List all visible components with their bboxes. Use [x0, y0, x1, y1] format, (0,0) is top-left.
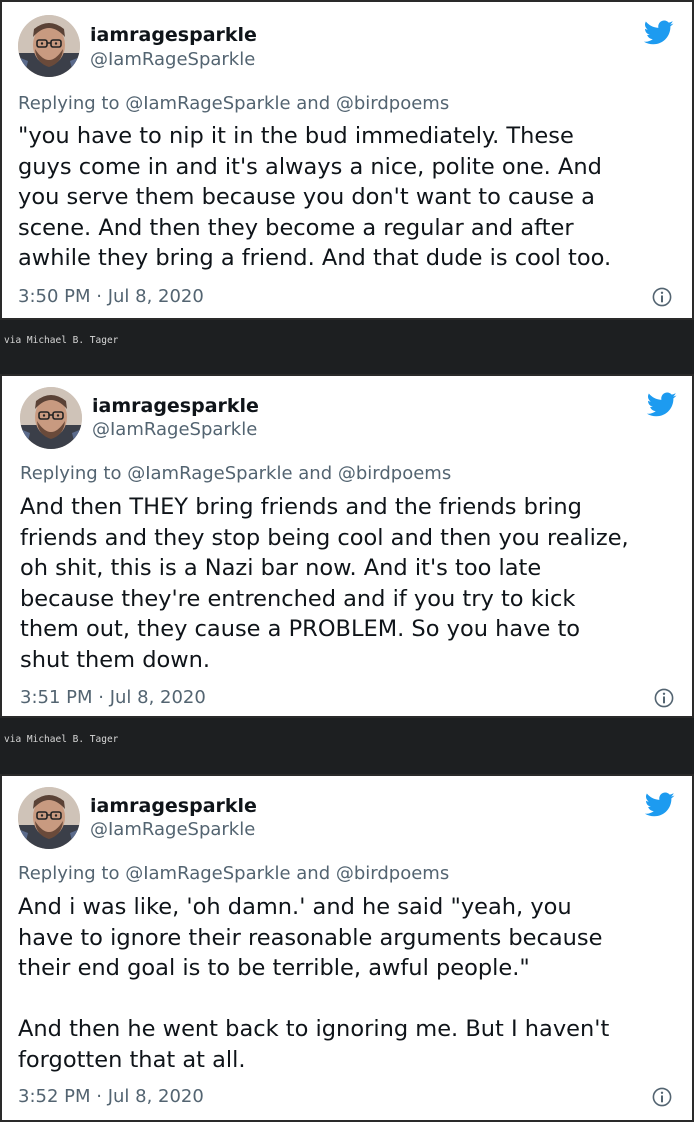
twitter-bird-icon[interactable]	[647, 392, 677, 418]
tweet-text: And then THEY bring friends and the frie…	[20, 494, 629, 673]
twitter-bird-icon[interactable]	[645, 792, 675, 818]
reply-and: and	[296, 863, 331, 884]
reply-mention-link[interactable]: @birdpoems	[336, 93, 449, 114]
user-handle[interactable]: @IamRageSparkle	[90, 819, 255, 840]
display-name[interactable]: iamragesparkle	[90, 795, 257, 817]
via-caption: via Michael B. Tager	[4, 734, 119, 745]
reply-prefix: Replying to	[18, 863, 120, 884]
info-icon[interactable]	[652, 287, 672, 307]
avatar[interactable]	[18, 787, 80, 849]
tweet-timestamp[interactable]: 3:51 PM · Jul 8, 2020	[20, 687, 206, 708]
reply-context: Replying to @IamRageSparkle and @birdpoe…	[18, 93, 449, 114]
reply-context: Replying to @IamRageSparkle and @birdpoe…	[20, 463, 451, 484]
tweet-card: iamragesparkle @IamRageSparkle Replying …	[0, 0, 694, 320]
caption-strip: via Michael B. Tager	[0, 718, 694, 774]
info-icon[interactable]	[654, 688, 674, 708]
reply-and: and	[296, 93, 331, 114]
reply-mention-link[interactable]: @birdpoems	[338, 463, 451, 484]
tweet-text: "you have to nip it in the bud immediate…	[18, 123, 612, 271]
reply-mention-link[interactable]: @IamRageSparkle	[125, 863, 290, 884]
tweet-text: And i was like, 'oh damn.' and he said "…	[18, 894, 610, 1073]
via-caption: via Michael B. Tager	[4, 335, 119, 346]
display-name[interactable]: iamragesparkle	[92, 395, 259, 417]
reply-mention-link[interactable]: @birdpoems	[336, 863, 449, 884]
caption-strip: via Michael B. Tager	[0, 320, 694, 374]
tweet-timestamp[interactable]: 3:52 PM · Jul 8, 2020	[18, 1086, 204, 1107]
reply-and: and	[298, 463, 333, 484]
user-handle[interactable]: @IamRageSparkle	[92, 419, 257, 440]
tweet-timestamp[interactable]: 3:50 PM · Jul 8, 2020	[18, 286, 204, 307]
user-handle[interactable]: @IamRageSparkle	[90, 49, 255, 70]
reply-mention-link[interactable]: @IamRageSparkle	[125, 93, 290, 114]
avatar[interactable]	[18, 15, 80, 77]
reply-prefix: Replying to	[20, 463, 122, 484]
reply-prefix: Replying to	[18, 93, 120, 114]
tweet-card: iamragesparkle @IamRageSparkle Replying …	[0, 774, 694, 1122]
reply-mention-link[interactable]: @IamRageSparkle	[127, 463, 292, 484]
info-icon[interactable]	[652, 1087, 672, 1107]
twitter-bird-icon[interactable]	[644, 20, 674, 46]
display-name[interactable]: iamragesparkle	[90, 24, 257, 46]
avatar[interactable]	[20, 387, 82, 449]
tweet-card: iamragesparkle @IamRageSparkle Replying …	[0, 374, 694, 718]
reply-context: Replying to @IamRageSparkle and @birdpoe…	[18, 863, 449, 884]
